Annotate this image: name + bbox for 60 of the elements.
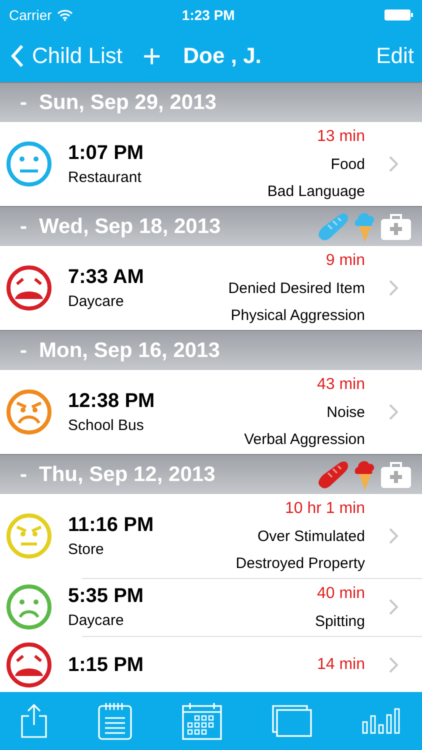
incident-time: 7:33 AM <box>68 266 145 289</box>
chevron-right-icon <box>389 280 398 296</box>
chevron-right-icon <box>389 657 398 673</box>
incident-time: 1:15 PM <box>68 654 145 676</box>
incident-time: 11:16 PM <box>68 514 155 537</box>
incident-duration: 9 min <box>326 252 365 270</box>
chevron-right-icon <box>389 599 398 615</box>
date-label: - Thu, Sep 12, 2013 <box>20 462 216 486</box>
incident-place: Restaurant <box>68 169 142 186</box>
incident-row[interactable]: 5:35 PM Daycare 40 min Spitting <box>0 578 422 636</box>
child-name: Doe , J. <box>183 43 262 69</box>
date-label: - Sun, Sep 29, 2013 <box>20 90 218 114</box>
incident-row[interactable]: 1:07 PM Restaurant 13 min Food Bad Language <box>0 122 422 206</box>
chevron-left-icon <box>10 44 24 68</box>
carrier-label: Carrier <box>9 7 52 23</box>
incident-behavior: Destroyed Property <box>236 555 365 572</box>
bar-chart-icon[interactable] <box>362 708 402 734</box>
battery-icon <box>384 9 414 21</box>
incident-behavior: Physical Aggression <box>230 307 365 324</box>
incident-duration: 14 min <box>316 656 365 674</box>
incident-time: 1:07 PM <box>68 142 145 165</box>
incident-behavior: Bad Language <box>267 183 365 200</box>
incident-trigger: Food <box>330 156 365 173</box>
edit-button[interactable]: Edit <box>376 43 414 69</box>
date-label: - Mon, Sep 16, 2013 <box>20 338 221 362</box>
incident-row[interactable]: 12:38 PM School Bus 43 min Noise Verbal Aggression <box>0 370 422 454</box>
incident-trigger: Over Stimulated <box>257 528 365 545</box>
incident-place: School Bus <box>68 417 145 434</box>
incident-behavior: Verbal Aggression <box>244 431 365 448</box>
windows-icon[interactable] <box>272 705 312 737</box>
incident-duration: 10 hr 1 min <box>284 500 365 518</box>
clock: 1:23 PM <box>180 7 236 23</box>
incident-place: Store <box>68 541 105 558</box>
notepad-icon[interactable] <box>98 702 132 740</box>
date-header[interactable]: - Wed, Sep 18, 2013 <box>0 206 422 246</box>
add-button[interactable]: + <box>142 40 162 72</box>
incident-trigger: Noise <box>326 404 365 421</box>
incident-duration: 43 min <box>316 376 365 394</box>
incident-trigger: Spitting <box>314 612 365 630</box>
incident-row[interactable]: 11:16 PM Store 10 hr 1 min Over Stimulated Destroyed Property <box>0 494 422 578</box>
incident-time: 12:38 PM <box>68 390 156 413</box>
incident-trigger: Denied Desired Item <box>228 280 365 297</box>
date-header[interactable]: - Sun, Sep 29, 2013 <box>0 82 422 122</box>
share-icon[interactable] <box>20 703 48 739</box>
incident-duration: 40 min <box>316 584 365 602</box>
calendar-icon[interactable] <box>182 702 222 740</box>
incident-row[interactable]: 7:33 AM Daycare 9 min Denied Desired Item Physical Aggression <box>0 246 422 330</box>
chevron-right-icon <box>389 404 398 420</box>
date-header[interactable]: - Thu, Sep 12, 2013 <box>0 454 422 494</box>
chevron-right-icon <box>389 156 398 172</box>
date-label: - Wed, Sep 18, 2013 <box>20 214 222 238</box>
incident-place: Daycare <box>68 612 125 629</box>
wifi-icon <box>56 9 73 21</box>
incident-time: 5:35 PM <box>68 585 145 608</box>
incident-place: Daycare <box>68 293 125 310</box>
incident-duration: 13 min <box>316 128 365 146</box>
incident-row[interactable]: 1:15 PM 14 min <box>0 636 422 692</box>
chevron-right-icon <box>389 528 398 544</box>
back-button[interactable]: Child List <box>10 43 122 69</box>
date-header[interactable]: - Mon, Sep 16, 2013 <box>0 330 422 370</box>
